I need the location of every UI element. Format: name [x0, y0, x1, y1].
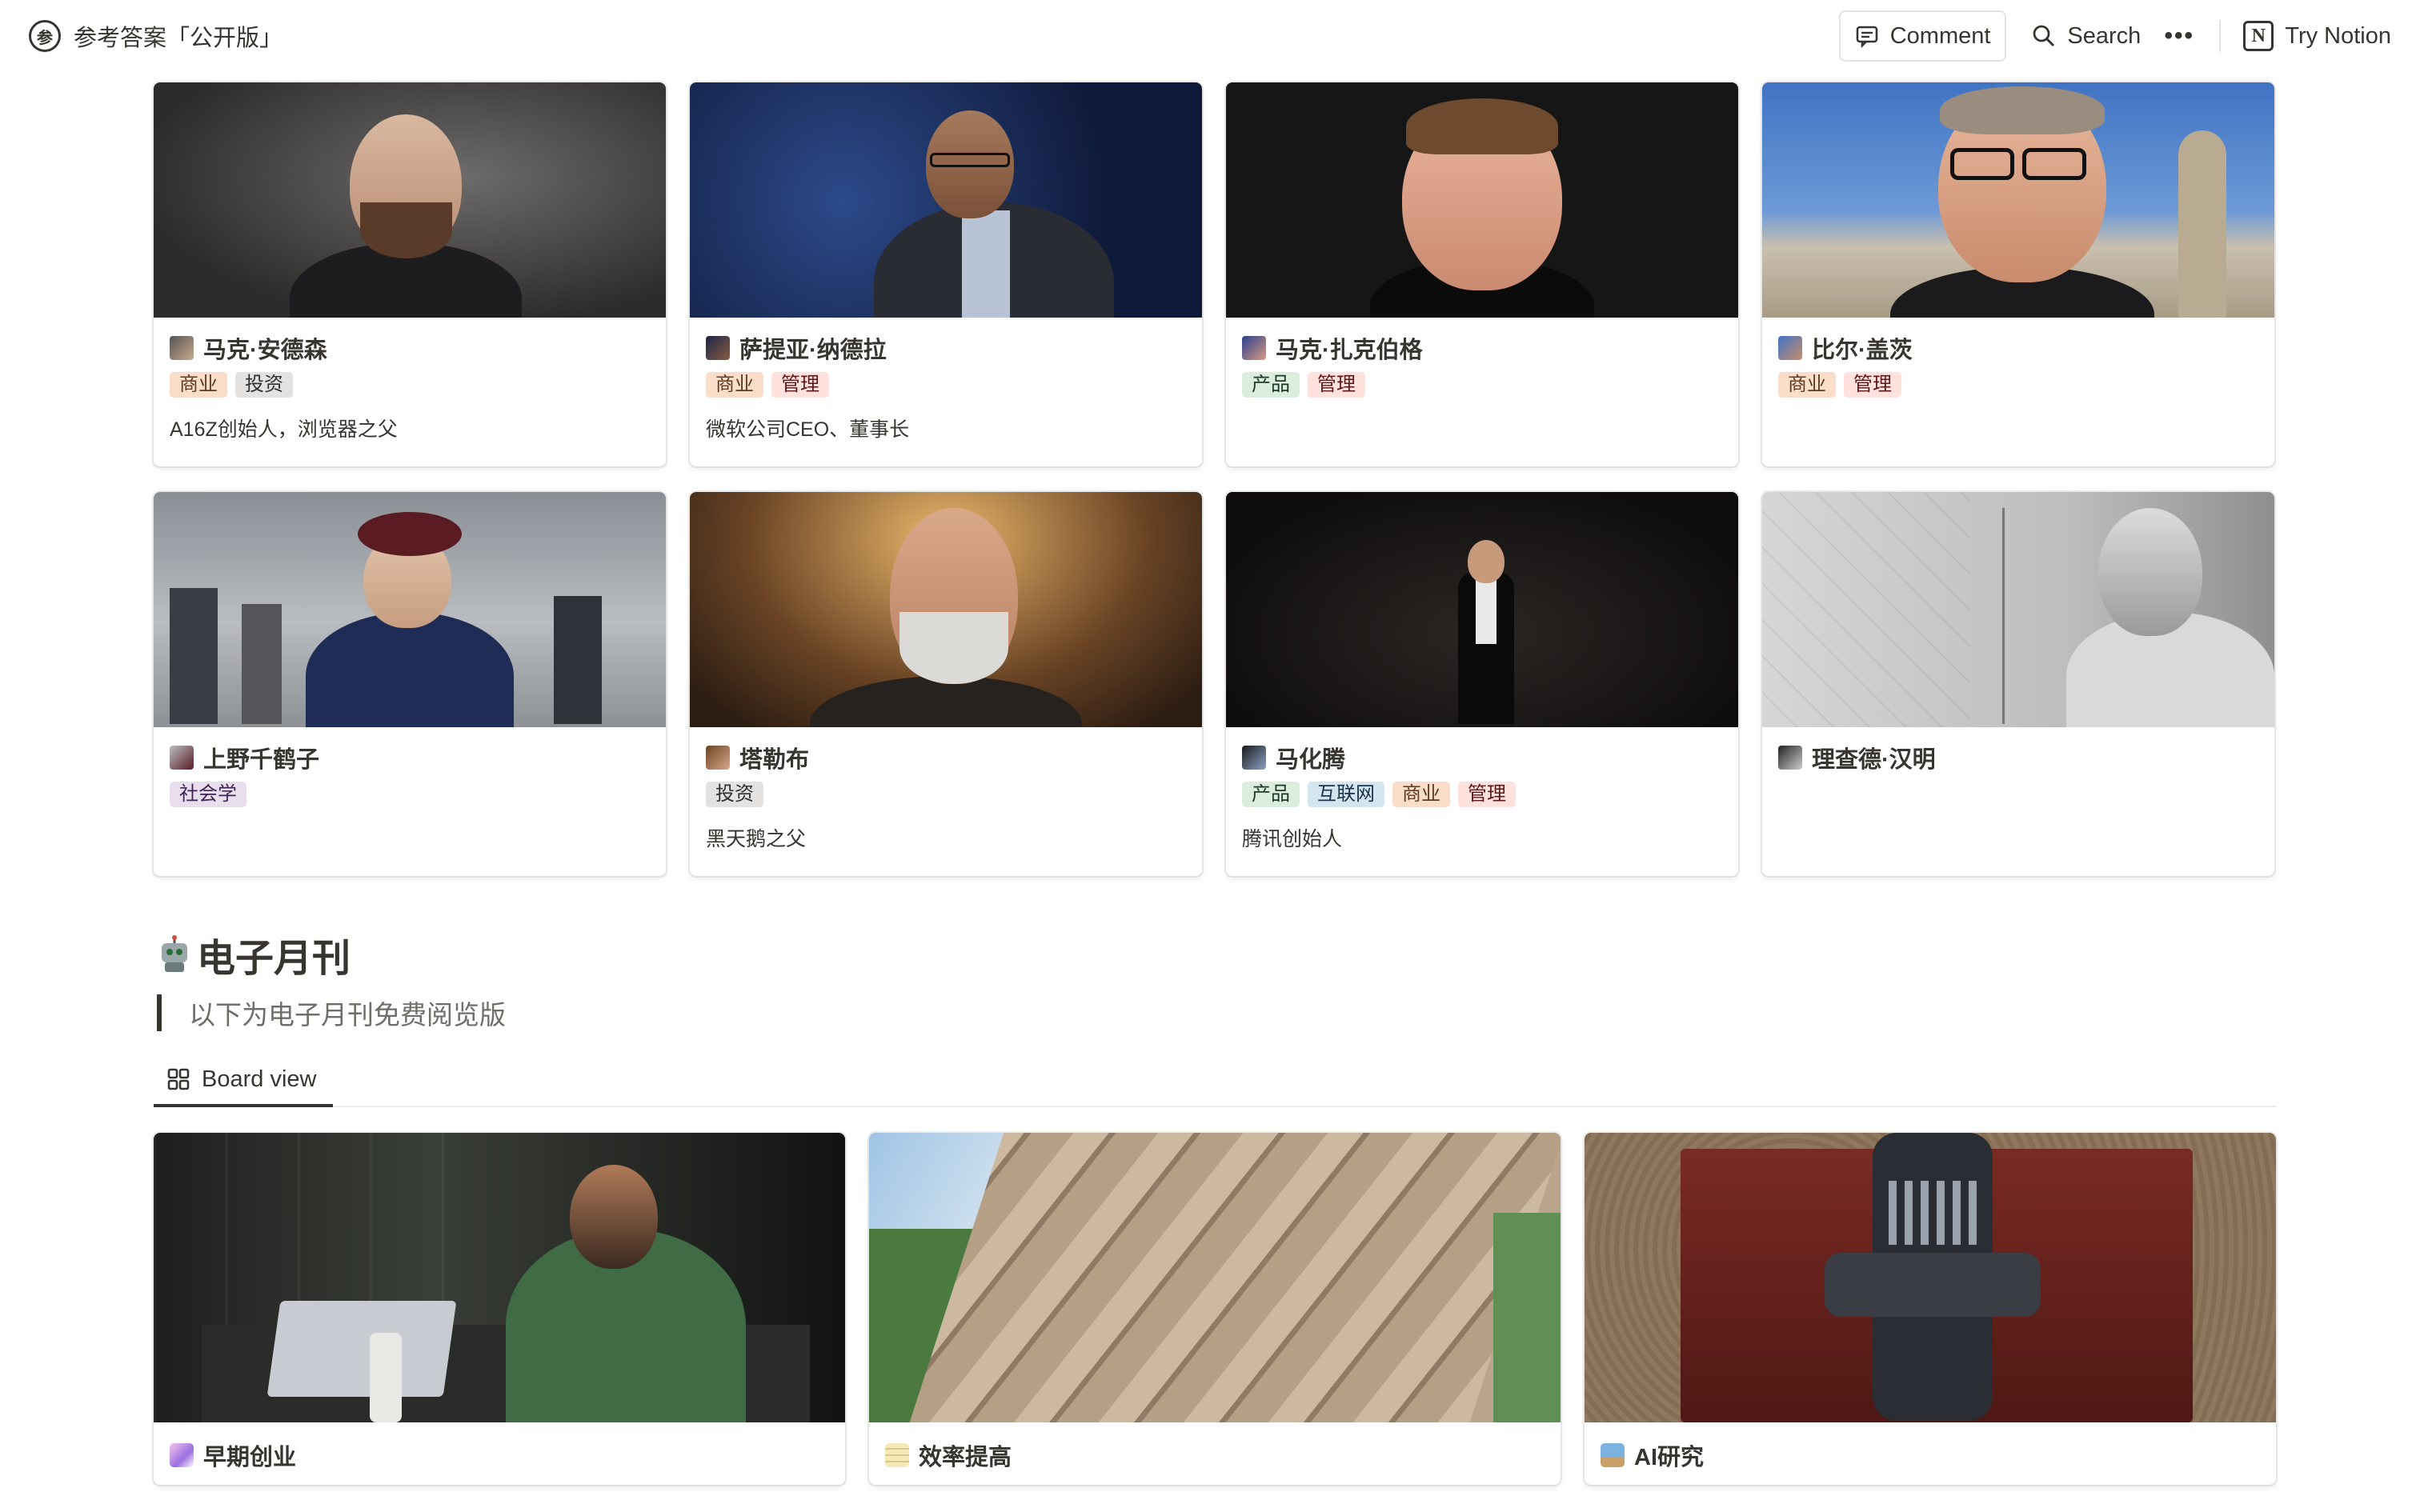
person-avatar — [1778, 746, 1802, 770]
tag-list: 商业 投资 — [170, 372, 650, 398]
person-photo — [690, 492, 1202, 727]
person-description: 微软公司CEO、董事长 — [706, 418, 910, 441]
person-avatar — [706, 746, 730, 770]
search-button[interactable]: Search — [2019, 10, 2154, 62]
person-name: 马化腾 — [1276, 747, 1346, 773]
workspace-title: 参考答案「公开版」 — [74, 26, 283, 51]
person-photo — [1226, 82, 1738, 318]
person-name: 萨提亚·纳德拉 — [739, 338, 887, 363]
workspace-breadcrumb[interactable]: 参 参考答案「公开版」 — [29, 18, 282, 54]
more-options-button[interactable]: ••• — [2154, 10, 2205, 62]
tag: 管理 — [771, 372, 829, 398]
tag: 产品 — [1242, 782, 1300, 807]
person-photo — [690, 82, 1202, 318]
try-notion-label: Try Notion — [2285, 22, 2391, 49]
person-name: 马克·安德森 — [203, 338, 327, 363]
person-name: 塔勒布 — [739, 747, 810, 773]
try-notion-button[interactable]: N Try Notion — [2235, 10, 2399, 62]
board-card-title: AI研究 — [1634, 1445, 1705, 1470]
tab-label: Board view — [202, 1066, 317, 1092]
tag-list: 产品 管理 — [1242, 372, 1722, 398]
person-card[interactable]: 塔勒布 投资 黑天鹅之父 — [690, 492, 1202, 876]
tag: 投资 — [706, 782, 763, 807]
board-view-icon — [167, 1068, 190, 1090]
search-label: Search — [2067, 22, 2142, 49]
tag: 商业 — [1778, 372, 1836, 398]
board-cover — [869, 1133, 1561, 1422]
person-avatar — [1778, 336, 1802, 360]
comment-icon — [1856, 26, 1878, 48]
search-icon — [2033, 25, 2055, 47]
tag: 商业 — [706, 372, 763, 398]
board-card-title: 效率提高 — [919, 1445, 1012, 1470]
memo-icon — [885, 1443, 909, 1467]
person-card[interactable]: 马克·扎克伯格 产品 管理 — [1226, 82, 1738, 466]
person-card[interactable]: 马克·安德森 商业 投资 A16Z创始人，浏览器之父 — [154, 82, 666, 466]
view-tabs: Board view — [154, 1054, 2276, 1107]
person-name: 上野千鹤子 — [203, 747, 320, 773]
monthly-board: 早期创业 效率提高 AI研究 — [154, 1133, 2276, 1485]
tag: 商业 — [170, 372, 227, 398]
tag: 投资 — [235, 372, 293, 398]
robot-icon — [157, 935, 192, 974]
comment-label: Comment — [1889, 22, 1991, 49]
top-actions: Comment Search ••• N Try Notion — [1838, 10, 2399, 62]
person-card[interactable]: 理查德·汉明 — [1762, 492, 2274, 876]
tag-list — [1778, 782, 2258, 807]
workspace-icon: 参 — [29, 20, 61, 52]
person-avatar — [706, 336, 730, 360]
person-card[interactable]: 上野千鹤子 社会学 — [154, 492, 666, 876]
person-photo — [154, 82, 666, 318]
person-description: A16Z创始人，浏览器之父 — [170, 418, 398, 441]
person-avatar — [1242, 336, 1266, 360]
tag: 互联网 — [1308, 782, 1384, 807]
person-photo — [1226, 492, 1738, 727]
tag: 管理 — [1844, 372, 1901, 398]
comment-button[interactable]: Comment — [1838, 10, 2007, 62]
person-avatar — [170, 336, 194, 360]
tag-list: 商业 管理 — [1778, 372, 2258, 398]
toolbar-divider — [2219, 20, 2222, 52]
person-avatar — [170, 746, 194, 770]
person-avatar — [1242, 746, 1266, 770]
person-photo — [1762, 82, 2274, 318]
person-photo — [1762, 492, 2274, 727]
people-gallery: 马克·安德森 商业 投资 A16Z创始人，浏览器之父 萨提亚·纳德拉 商业 管理… — [154, 82, 2276, 876]
robot-icon — [1601, 1443, 1625, 1467]
person-name: 理查德·汉明 — [1812, 747, 1936, 773]
tag: 社会学 — [170, 782, 246, 807]
section-title: 电子月刊 — [197, 938, 351, 980]
section-heading: 电子月刊 — [157, 926, 351, 982]
top-bar: 参 参考答案「公开版」 Comment Search ••• N Try Not… — [0, 0, 2420, 72]
tag: 管理 — [1458, 782, 1516, 807]
person-photo — [154, 492, 666, 727]
person-description: 腾讯创始人 — [1242, 828, 1343, 850]
tag-list: 社会学 — [170, 782, 650, 807]
board-cover — [1585, 1133, 2276, 1422]
tag-list: 投资 — [706, 782, 1186, 807]
person-name: 比尔·盖茨 — [1812, 338, 1913, 363]
tag-list: 商业 管理 — [706, 372, 1186, 398]
notion-logo-glyph: N — [2251, 25, 2266, 46]
tag: 商业 — [1392, 782, 1450, 807]
board-card[interactable]: AI研究 — [1585, 1133, 2276, 1485]
person-description: 黑天鹅之父 — [706, 828, 807, 850]
board-card[interactable]: 早期创业 — [154, 1133, 845, 1485]
person-card[interactable]: 马化腾 产品 互联网 商业 管理 腾讯创始人 — [1226, 492, 1738, 876]
tab-board-view[interactable]: Board view — [154, 1054, 333, 1107]
person-name: 马克·扎克伯格 — [1276, 338, 1423, 363]
person-card[interactable]: 比尔·盖茨 商业 管理 — [1762, 82, 2274, 466]
tag-list: 产品 互联网 商业 管理 — [1242, 782, 1722, 807]
notion-logo-icon: N — [2243, 21, 2274, 51]
workspace-icon-glyph: 参 — [37, 29, 53, 47]
unicorn-icon — [170, 1443, 194, 1467]
more-icon: ••• — [2164, 22, 2195, 49]
tag: 产品 — [1242, 372, 1300, 398]
person-card[interactable]: 萨提亚·纳德拉 商业 管理 微软公司CEO、董事长 — [690, 82, 1202, 466]
tag: 管理 — [1308, 372, 1365, 398]
board-card-title: 早期创业 — [203, 1445, 297, 1470]
board-card[interactable]: 效率提高 — [869, 1133, 1561, 1485]
board-cover — [154, 1133, 845, 1422]
section-quote: 以下为电子月刊免费阅览版 — [157, 994, 506, 1031]
